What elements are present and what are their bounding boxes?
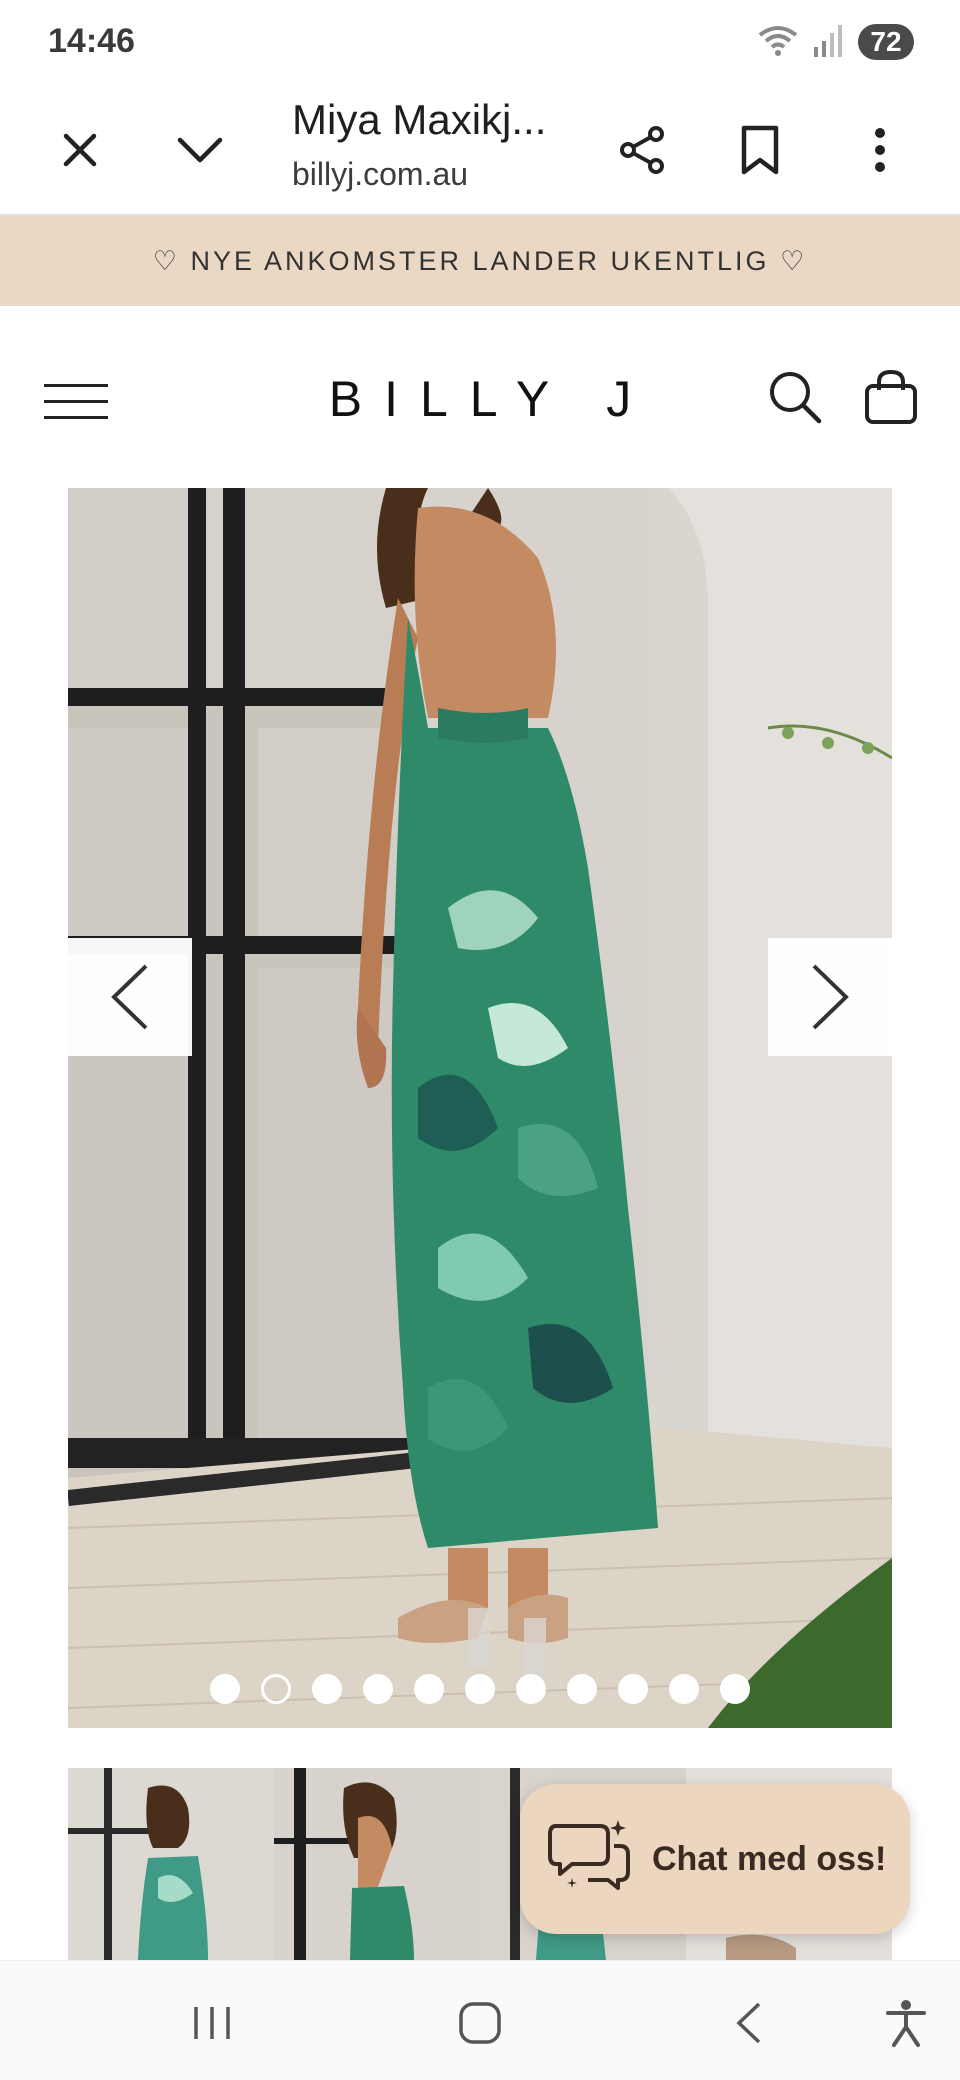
share-icon[interactable] (604, 112, 680, 188)
wifi-icon (758, 23, 798, 62)
gallery-dot[interactable] (465, 1674, 495, 1704)
battery-icon: 72 (858, 24, 914, 60)
recent-apps-icon[interactable] (172, 1983, 252, 2063)
chat-button[interactable]: Chat med oss! (520, 1784, 910, 1934)
status-time: 14:46 (48, 22, 135, 60)
chevron-right-icon (812, 964, 849, 1030)
system-navbar (0, 1960, 960, 2080)
gallery-dot[interactable] (312, 1674, 342, 1704)
bookmark-icon[interactable] (722, 112, 798, 188)
gallery-dots (68, 1674, 892, 1704)
gallery-dot[interactable] (363, 1674, 393, 1704)
product-photo (68, 488, 892, 1728)
gallery-prev-button[interactable] (68, 938, 192, 1056)
gallery-dot[interactable] (567, 1674, 597, 1704)
accessibility-icon[interactable] (866, 1983, 946, 2063)
signal-icon (812, 23, 844, 62)
chevron-left-icon (111, 964, 148, 1030)
announcement-banner[interactable]: ♡ NYE ANKOMSTER LANDER UKENTLIG ♡ (0, 216, 960, 306)
chat-bubble-icon (548, 1818, 632, 1901)
product-gallery[interactable] (68, 488, 892, 1728)
gallery-dot[interactable] (669, 1674, 699, 1704)
browser-toolbar: Miya Maxikj... billyj.com.au (0, 84, 960, 216)
search-icon[interactable] (760, 362, 830, 432)
thumbnail[interactable] (274, 1768, 480, 1960)
close-icon[interactable] (42, 112, 118, 188)
status-icons: 72 (758, 22, 914, 62)
site-header: BILLY J (0, 306, 960, 486)
thumbnail[interactable] (68, 1768, 274, 1960)
home-icon[interactable] (440, 1983, 520, 2063)
page-url[interactable]: billyj.com.au (292, 156, 468, 193)
chevron-down-icon[interactable] (162, 112, 238, 188)
gallery-next-button[interactable] (768, 938, 892, 1056)
back-icon[interactable] (708, 1983, 788, 2063)
gallery-dot[interactable] (720, 1674, 750, 1704)
page-title[interactable]: Miya Maxikj... (292, 96, 546, 144)
gallery-dot[interactable] (516, 1674, 546, 1704)
gallery-dot[interactable] (414, 1674, 444, 1704)
more-icon[interactable] (842, 112, 918, 188)
chat-label: Chat med oss! (652, 1839, 887, 1878)
gallery-dot[interactable] (210, 1674, 240, 1704)
shopping-bag-icon[interactable] (856, 362, 926, 432)
gallery-dot-active[interactable] (261, 1674, 291, 1704)
gallery-dot[interactable] (618, 1674, 648, 1704)
status-bar: 14:46 72 (0, 0, 960, 84)
